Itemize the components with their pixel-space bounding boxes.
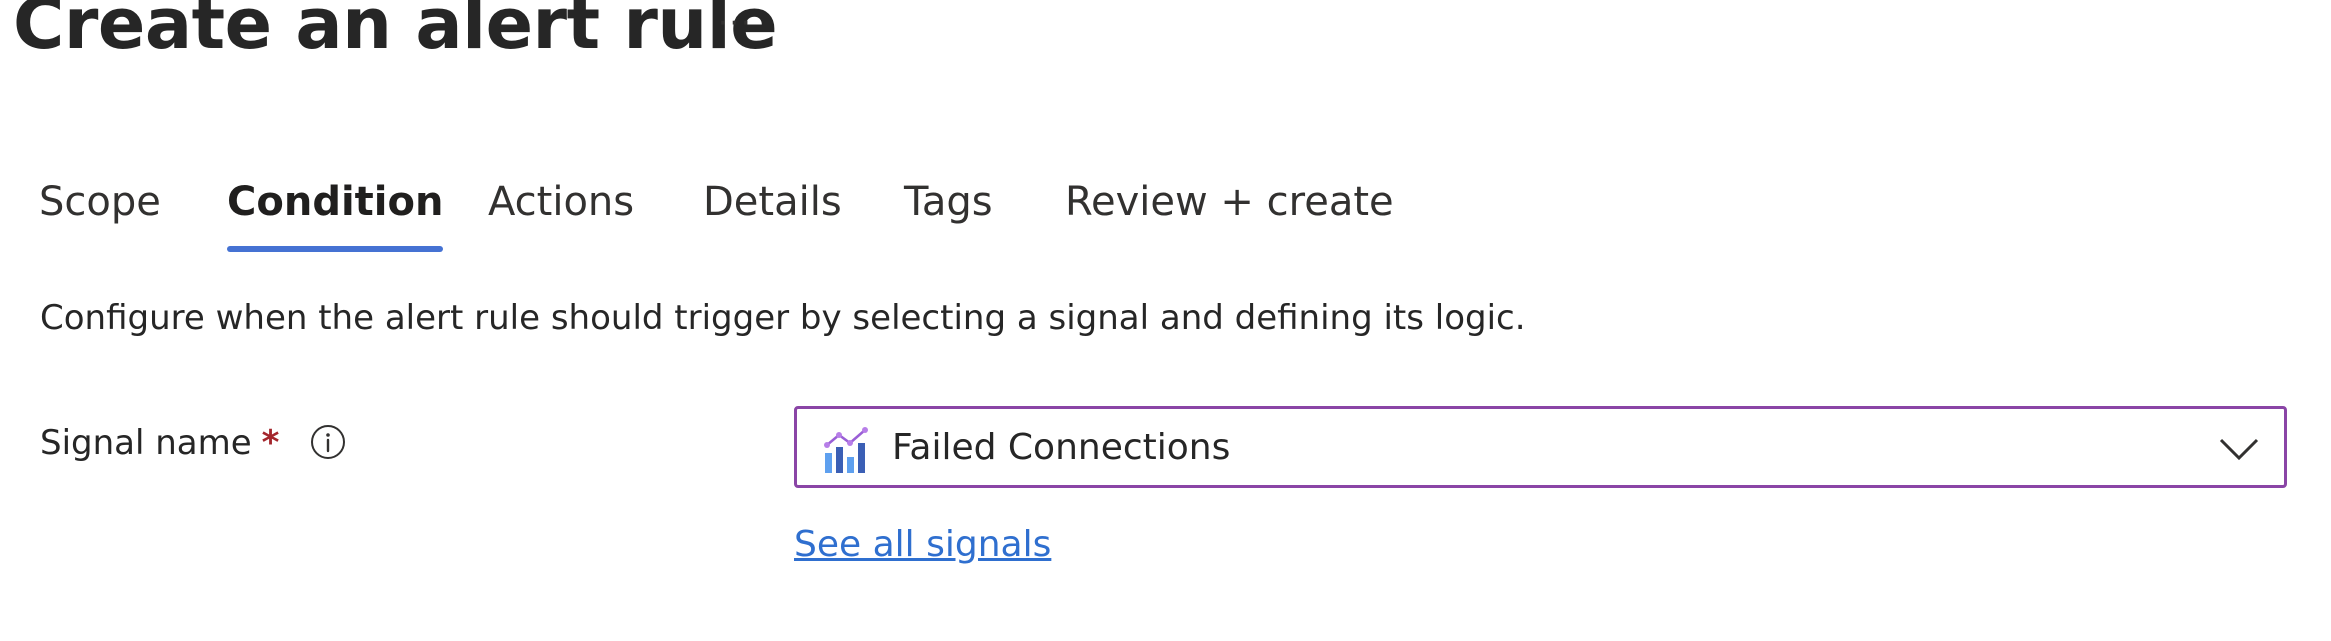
- tab-review-create[interactable]: Review + create: [1065, 175, 1394, 229]
- tab-actions[interactable]: Actions: [488, 175, 634, 229]
- tab-scope[interactable]: Scope: [39, 175, 161, 229]
- required-marker: *: [261, 423, 280, 463]
- info-icon[interactable]: [310, 424, 346, 460]
- page-title: Create an alert rule: [13, 0, 778, 65]
- tab-condition[interactable]: Condition: [227, 175, 444, 252]
- active-tab-indicator: [227, 246, 444, 252]
- tab-details[interactable]: Details: [703, 175, 842, 229]
- signal-name-text: Signal name: [40, 423, 252, 463]
- condition-description: Configure when the alert rule should tri…: [40, 298, 1526, 338]
- tab-tags[interactable]: Tags: [904, 175, 993, 229]
- signal-name-dropdown[interactable]: Failed Connections: [794, 406, 2287, 488]
- alert-rule-page: Create an alert rule ··· Scope Condition…: [0, 0, 2331, 641]
- metric-chart-icon: [824, 427, 868, 473]
- signal-name-label: Signal name *: [40, 420, 279, 466]
- see-all-signals-link[interactable]: See all signals: [794, 522, 1051, 568]
- chevron-down-icon: [2219, 438, 2259, 461]
- tab-condition-label: Condition: [227, 179, 444, 225]
- signal-name-value: Failed Connections: [892, 427, 1231, 468]
- more-options-button[interactable]: ···: [718, 4, 753, 44]
